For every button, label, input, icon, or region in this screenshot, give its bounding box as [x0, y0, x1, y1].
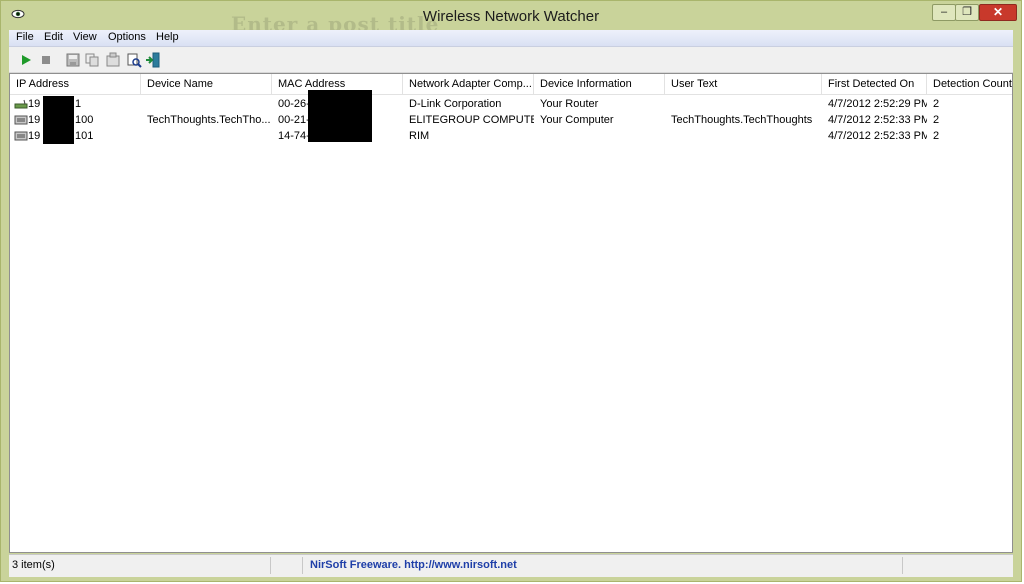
- device-list[interactable]: IP Address Device Name MAC Address Netwo…: [9, 73, 1013, 553]
- menu-help[interactable]: Help: [156, 31, 179, 43]
- device-name: [141, 128, 272, 144]
- menu-file[interactable]: File: [16, 31, 34, 43]
- play-icon[interactable]: [18, 52, 34, 68]
- ip-prefix: 19: [28, 130, 41, 142]
- nirsoft-link[interactable]: NirSoft Freeware. http://www.nirsoft.net: [307, 557, 903, 574]
- user-text: [665, 96, 822, 112]
- status-panel-empty: [903, 557, 1015, 574]
- status-bar: 3 item(s) NirSoft Freeware. http://www.n…: [9, 554, 1013, 577]
- mac-prefix: 00-26-: [278, 98, 310, 110]
- first-detected: 4/7/2012 2:52:33 PM: [828, 130, 927, 142]
- window-title: Wireless Network Watcher: [422, 8, 600, 25]
- redaction-block: [308, 128, 372, 142]
- stop-icon[interactable]: [38, 52, 54, 68]
- mac-prefix: 00-21-: [278, 114, 310, 126]
- column-first-detected[interactable]: First Detected On: [822, 74, 927, 94]
- user-text: TechThoughts.TechThoughts: [671, 114, 813, 126]
- mac-prefix: 14-74-: [278, 130, 310, 142]
- table-row[interactable]: 19 100 TechThoughts.TechTho... 00-21- EL…: [10, 112, 1012, 128]
- user-text: [665, 128, 822, 144]
- status-item-count: 3 item(s): [9, 557, 271, 574]
- device-name: [141, 96, 272, 112]
- menu-options[interactable]: Options: [108, 31, 146, 43]
- copy-icon[interactable]: [84, 52, 100, 68]
- ip-prefix: 19: [28, 98, 41, 110]
- close-button[interactable]: ✕: [979, 4, 1017, 21]
- redaction-block: [308, 90, 372, 112]
- properties-icon[interactable]: [105, 52, 121, 68]
- save-icon[interactable]: [65, 52, 81, 68]
- column-user-text[interactable]: User Text: [665, 74, 822, 94]
- ip-suffix: 1: [75, 98, 82, 110]
- ip-prefix: 19: [28, 114, 41, 126]
- device-info: Your Computer: [540, 114, 614, 126]
- toolbar: [9, 47, 1013, 73]
- first-detected: 4/7/2012 2:52:29 PM: [828, 98, 927, 110]
- first-detected: 4/7/2012 2:52:33 PM: [828, 114, 927, 126]
- menu-view[interactable]: View: [73, 31, 97, 43]
- find-icon[interactable]: [126, 52, 142, 68]
- ip-suffix: 100: [75, 114, 94, 126]
- list-header: IP Address Device Name MAC Address Netwo…: [10, 74, 1012, 95]
- app-window: Enter a post title Wireless Network Watc…: [0, 0, 1022, 582]
- column-adapter-company[interactable]: Network Adapter Comp...: [403, 74, 534, 94]
- menu-bar: File Edit View Options Help: [9, 30, 1013, 47]
- column-device-name[interactable]: Device Name: [141, 74, 272, 94]
- column-device-information[interactable]: Device Information: [534, 74, 665, 94]
- device-name: TechThoughts.TechTho...: [147, 114, 271, 126]
- menu-edit[interactable]: Edit: [44, 31, 63, 43]
- detection-count: 2: [933, 114, 940, 126]
- close-icon: ✕: [992, 5, 1004, 19]
- column-ip-address[interactable]: IP Address: [10, 74, 141, 94]
- ip-suffix: 101: [75, 130, 94, 142]
- table-row[interactable]: 19 1 00-26- D-Link Corporation Your Rout…: [10, 90, 1012, 112]
- device-info: [534, 128, 665, 144]
- column-detection-count[interactable]: Detection Count: [927, 74, 1016, 94]
- table-row[interactable]: 19 101 14-74- RIM 4/7/2012 2:52:33 PM 2: [10, 128, 1012, 144]
- minimize-button[interactable]: –: [932, 4, 956, 21]
- detection-count: 2: [933, 130, 940, 142]
- restore-icon: ❐: [962, 6, 972, 18]
- adapter-company: RIM: [409, 130, 430, 142]
- detection-count: 2: [933, 98, 940, 110]
- title-bar[interactable]: Enter a post title Wireless Network Watc…: [1, 1, 1021, 36]
- exit-icon[interactable]: [145, 52, 161, 68]
- redaction-block: [308, 112, 372, 128]
- status-panel-empty: [271, 557, 303, 574]
- adapter-company: D-Link Corporation: [409, 98, 502, 110]
- device-info: Your Router: [540, 98, 599, 110]
- adapter-company: ELITEGROUP COMPUTE...: [409, 114, 534, 126]
- minimize-icon: –: [940, 6, 948, 18]
- maximize-button[interactable]: ❐: [955, 4, 979, 21]
